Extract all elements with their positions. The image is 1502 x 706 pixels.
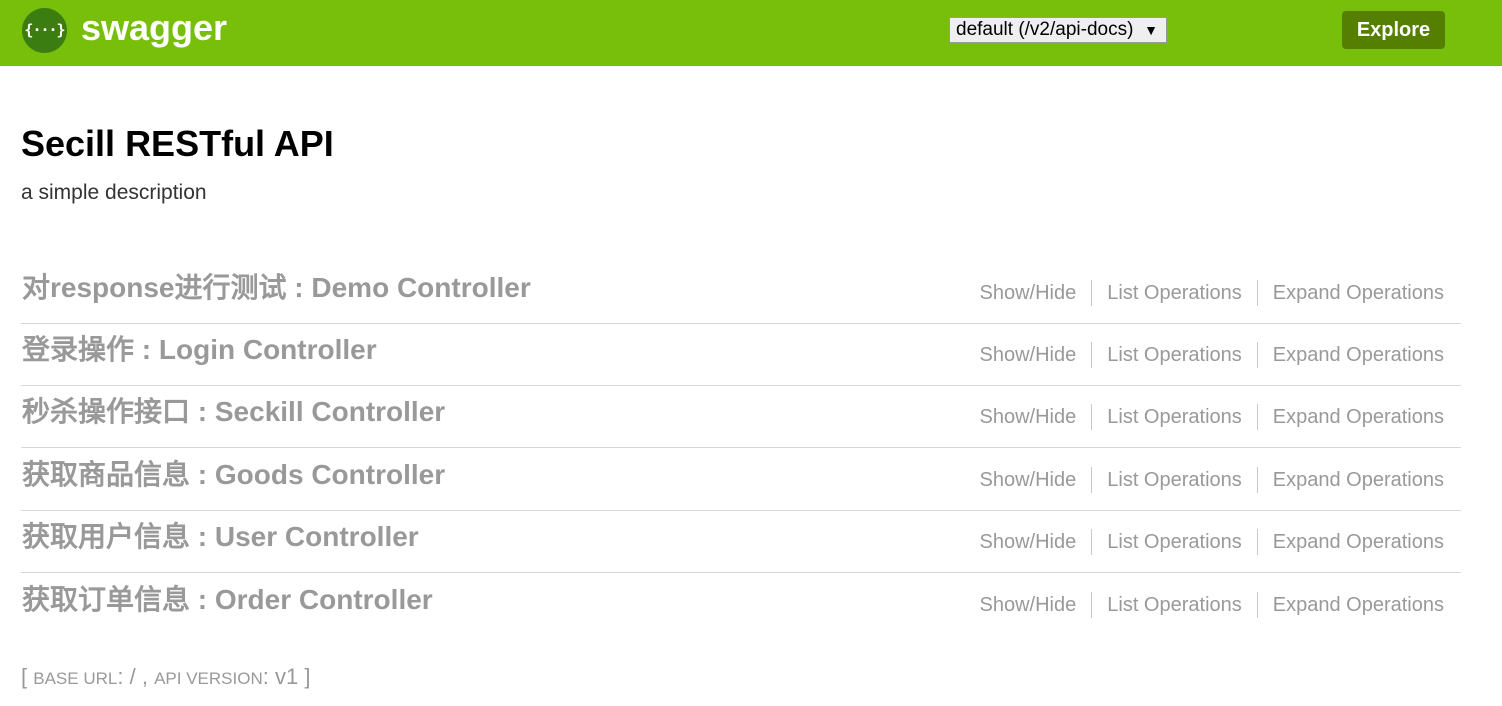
resource-name-link[interactable]: 获取订单信息 : Order Controller — [22, 580, 433, 620]
api-info-footer: [ base url: / , api version: v1 ] — [21, 662, 310, 694]
expand-operations-link[interactable]: Expand Operations — [1273, 279, 1444, 307]
resource-operations: Show/Hide List Operations Expand Operati… — [980, 528, 1444, 556]
show-hide-link[interactable]: Show/Hide — [980, 403, 1077, 431]
expand-operations-link[interactable]: Expand Operations — [1273, 466, 1444, 494]
list-operations-link[interactable]: List Operations — [1107, 591, 1242, 619]
api-spec-select-value: default (/v2/api-docs) — [956, 19, 1134, 40]
swagger-logo-icon[interactable]: {···} — [22, 8, 67, 53]
divider — [1091, 342, 1093, 368]
list-operations-link[interactable]: List Operations — [1107, 466, 1242, 494]
base-url-label: base url — [33, 669, 118, 688]
divider — [1091, 467, 1093, 493]
api-spec-select[interactable]: default (/v2/api-docs) ▼ — [949, 17, 1167, 43]
divider — [1091, 529, 1093, 555]
divider — [1091, 404, 1093, 430]
open-bracket: [ — [21, 664, 28, 689]
base-url-value: / — [129, 664, 136, 689]
page-title: Secill RESTful API — [21, 123, 334, 164]
divider — [1091, 280, 1093, 306]
explore-button[interactable]: Explore — [1342, 11, 1445, 49]
resource-order-controller: 获取订单信息 : Order Controller Show/Hide List… — [21, 574, 1461, 636]
divider — [1256, 592, 1258, 618]
resource-name-link[interactable]: 获取用户信息 : User Controller — [22, 517, 419, 557]
comma: , — [141, 664, 148, 689]
close-bracket: ] — [304, 664, 311, 689]
list-operations-link[interactable]: List Operations — [1107, 341, 1242, 369]
resource-operations: Show/Hide List Operations Expand Operati… — [980, 341, 1444, 369]
top-bar: {···} swagger default (/v2/api-docs) ▼ E… — [0, 0, 1502, 66]
list-operations-link[interactable]: List Operations — [1107, 528, 1242, 556]
resource-name-link[interactable]: 对response进行测试 : Demo Controller — [22, 268, 531, 308]
divider — [1256, 280, 1258, 306]
divider — [1256, 404, 1258, 430]
resource-goods-controller: 获取商品信息 : Goods Controller Show/Hide List… — [21, 449, 1461, 511]
api-description: a simple description — [21, 181, 207, 204]
api-version-label: api version — [154, 669, 263, 688]
show-hide-link[interactable]: Show/Hide — [980, 279, 1077, 307]
expand-operations-link[interactable]: Expand Operations — [1273, 403, 1444, 431]
show-hide-link[interactable]: Show/Hide — [980, 341, 1077, 369]
resource-name-link[interactable]: 秒杀操作接口 : Seckill Controller — [22, 392, 445, 432]
resource-name-link[interactable]: 获取商品信息 : Goods Controller — [22, 455, 445, 495]
divider — [1256, 529, 1258, 555]
list-operations-link[interactable]: List Operations — [1107, 403, 1242, 431]
resource-demo-controller: 对response进行测试 : Demo Controller Show/Hid… — [21, 262, 1461, 324]
expand-operations-link[interactable]: Expand Operations — [1273, 528, 1444, 556]
resource-operations: Show/Hide List Operations Expand Operati… — [980, 279, 1444, 307]
api-version-value: v1 — [274, 664, 299, 689]
show-hide-link[interactable]: Show/Hide — [980, 591, 1077, 619]
expand-operations-link[interactable]: Expand Operations — [1273, 341, 1444, 369]
resource-login-controller: 登录操作 : Login Controller Show/Hide List O… — [21, 324, 1461, 386]
expand-operations-link[interactable]: Expand Operations — [1273, 591, 1444, 619]
resource-user-controller: 获取用户信息 : User Controller Show/Hide List … — [21, 511, 1461, 573]
show-hide-link[interactable]: Show/Hide — [980, 528, 1077, 556]
colon: : — [262, 664, 275, 689]
resource-name-link[interactable]: 登录操作 : Login Controller — [22, 330, 377, 370]
resource-operations: Show/Hide List Operations Expand Operati… — [980, 591, 1444, 619]
divider — [1256, 467, 1258, 493]
show-hide-link[interactable]: Show/Hide — [980, 466, 1077, 494]
divider — [1091, 592, 1093, 618]
colon: : — [117, 664, 130, 689]
resource-operations: Show/Hide List Operations Expand Operati… — [980, 403, 1444, 431]
divider — [1256, 342, 1258, 368]
resource-seckill-controller: 秒杀操作接口 : Seckill Controller Show/Hide Li… — [21, 386, 1461, 448]
brand-name[interactable]: swagger — [81, 7, 227, 49]
caret-down-icon: ▼ — [1144, 22, 1158, 38]
resource-operations: Show/Hide List Operations Expand Operati… — [980, 466, 1444, 494]
list-operations-link[interactable]: List Operations — [1107, 279, 1242, 307]
